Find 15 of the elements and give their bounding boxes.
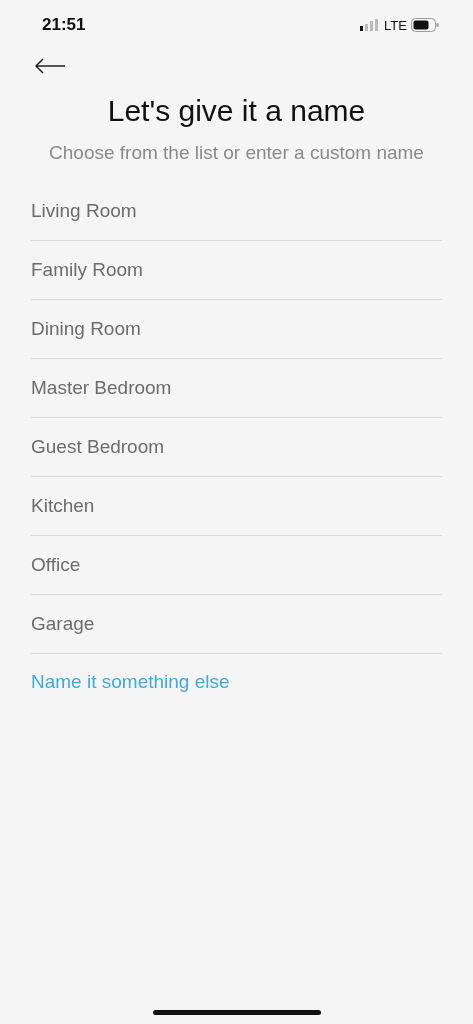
name-option[interactable]: Guest Bedroom (31, 418, 442, 477)
custom-name-link[interactable]: Name it something else (31, 671, 230, 693)
name-option[interactable]: Dining Room (31, 300, 442, 359)
status-time: 21:51 (42, 15, 86, 35)
name-option[interactable]: Garage (31, 595, 442, 654)
name-option[interactable]: Master Bedroom (31, 359, 442, 418)
battery-icon (411, 18, 439, 32)
name-option[interactable]: Living Room (31, 182, 442, 241)
name-option[interactable]: Office (31, 536, 442, 595)
name-option[interactable]: Family Room (31, 241, 442, 300)
page-title: Let's give it a name (106, 94, 367, 128)
network-label: LTE (384, 17, 407, 33)
page-subtitle: Choose from the list or enter a custom name (48, 142, 425, 164)
name-option[interactable]: Kitchen (31, 477, 442, 536)
signal-icon (360, 19, 381, 31)
